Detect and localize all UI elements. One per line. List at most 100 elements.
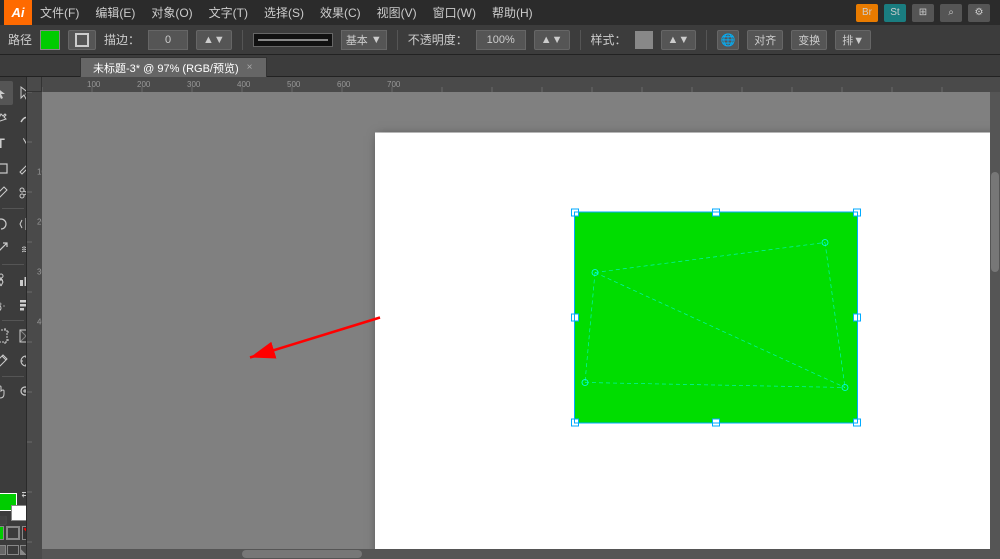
pixel-view-btn[interactable] xyxy=(20,545,27,555)
artboard xyxy=(375,132,1000,559)
align-btn[interactable]: 对齐 xyxy=(747,30,783,50)
path-label: 路径 xyxy=(8,31,32,48)
opacity-input[interactable] xyxy=(476,30,526,50)
fill-stroke-row xyxy=(0,526,27,540)
tool-row-pen xyxy=(0,106,27,130)
bridge-icon[interactable]: Br xyxy=(856,4,878,22)
tab-close-btn[interactable]: × xyxy=(245,61,255,74)
selected-shape-container xyxy=(575,212,857,422)
handle-mid-left[interactable] xyxy=(571,313,579,321)
menu-help[interactable]: 帮助(H) xyxy=(484,0,541,25)
hand-tool-btn[interactable] xyxy=(0,380,13,404)
menu-type[interactable]: 文字(T) xyxy=(201,0,256,25)
tools-icon[interactable]: ⚙ xyxy=(968,4,990,22)
svg-text:600: 600 xyxy=(337,80,351,89)
canvas-top-row: 100 200 300 400 500 600 700 xyxy=(27,77,1000,92)
globe-icon-btn[interactable]: 🌐 xyxy=(717,30,739,50)
menu-object[interactable]: 对象(O) xyxy=(143,0,200,25)
stroke-indicator[interactable] xyxy=(68,30,96,50)
direct-select-tool-btn[interactable] xyxy=(14,81,28,105)
divider4 xyxy=(706,30,707,50)
stroke-box[interactable] xyxy=(6,526,20,540)
outline-view-btn[interactable] xyxy=(7,545,19,555)
paintbrush-tool-btn[interactable] xyxy=(14,156,28,180)
handle-top-left[interactable] xyxy=(571,208,579,216)
style-label: 样式： xyxy=(591,31,627,48)
document-tab[interactable]: 未标题-3* @ 97% (RGB/预览) × xyxy=(80,57,267,77)
menu-file[interactable]: 文件(F) xyxy=(32,0,87,25)
toolbar-sep2 xyxy=(2,264,24,265)
svg-text:100: 100 xyxy=(87,80,101,89)
column-graph-btn[interactable] xyxy=(14,268,28,292)
rotate-tool-btn[interactable] xyxy=(0,212,13,236)
ruler-corner xyxy=(27,77,42,92)
top-ruler: 100 200 300 400 500 600 700 xyxy=(42,77,1000,92)
handle-mid-right[interactable] xyxy=(853,313,861,321)
color-pair-container: ⇄ ⬛ xyxy=(0,493,27,521)
normal-view-btn[interactable] xyxy=(0,545,6,555)
menu-window[interactable]: 窗口(W) xyxy=(425,0,484,25)
vertical-scrollbar[interactable] xyxy=(990,92,1000,549)
menu-select[interactable]: 选择(S) xyxy=(256,0,312,25)
svg-text:200: 200 xyxy=(137,80,151,89)
menu-edit[interactable]: 编辑(E) xyxy=(87,0,143,25)
scissors-tool-btn[interactable] xyxy=(14,181,28,205)
tool-row-rotate xyxy=(0,212,27,236)
canvas-wrapper: 100 200 300 400 500 600 700 xyxy=(27,77,1000,559)
eraser-tool-btn[interactable] xyxy=(0,181,13,205)
menu-effect[interactable]: 效果(C) xyxy=(312,0,369,25)
workspace-icon[interactable]: ⊞ xyxy=(912,4,934,22)
stroke-arrows[interactable]: ▲▼ xyxy=(196,30,232,50)
svg-text:400: 400 xyxy=(237,80,251,89)
main-area: T / xyxy=(0,77,1000,559)
search-btn[interactable]: ⌕ xyxy=(940,4,962,22)
fill-color-box[interactable] xyxy=(40,30,60,50)
pen-tool-btn[interactable] xyxy=(0,106,13,130)
handle-top-right[interactable] xyxy=(853,208,861,216)
transform-btn[interactable]: 变换 xyxy=(791,30,827,50)
fill-box[interactable] xyxy=(0,526,4,540)
scale-tool-btn[interactable] xyxy=(0,237,13,261)
divider1 xyxy=(242,30,243,50)
bar-graph-btn[interactable] xyxy=(14,293,28,317)
menu-view[interactable]: 视图(V) xyxy=(369,0,425,25)
tool-row-dropper xyxy=(0,349,27,373)
svg-text:700: 700 xyxy=(387,80,401,89)
options-bar: 路径 描边： ▲▼ 基本 ▼ 不透明度： ▲▼ 样式： ▲▼ 🌐 对齐 变换 排… xyxy=(0,25,1000,55)
style-arrows[interactable]: ▲▼ xyxy=(661,30,697,50)
handle-bottom-left[interactable] xyxy=(571,418,579,426)
arrange-btn[interactable]: 排▼ xyxy=(835,30,871,50)
tool-row-puppetpin xyxy=(0,268,27,292)
artboard-tool-btn[interactable] xyxy=(0,324,13,348)
symbol-sprayer-btn[interactable] xyxy=(0,293,13,317)
reset-colors-icon[interactable]: ⬛ xyxy=(0,516,7,525)
slice-tool-btn[interactable] xyxy=(14,324,28,348)
canvas-area[interactable] xyxy=(42,92,1000,559)
warp-tool-btn[interactable]: ≋ xyxy=(14,237,28,261)
color-section: ⇄ ⬛ xyxy=(0,493,27,559)
stroke-value-input[interactable] xyxy=(148,30,188,50)
zoom-tool-btn[interactable] xyxy=(14,380,28,404)
background-color[interactable] xyxy=(11,505,27,521)
app-logo: Ai xyxy=(4,0,32,25)
opacity-label: 不透明度： xyxy=(408,31,468,48)
tool-row-type: T / xyxy=(0,131,27,155)
opacity-arrows[interactable]: ▲▼ xyxy=(534,30,570,50)
eyedropper-btn[interactable] xyxy=(0,349,13,373)
stock-icon[interactable]: St xyxy=(884,4,906,22)
handle-top-center[interactable] xyxy=(712,208,720,216)
stroke-label: 描边： xyxy=(104,31,140,48)
selection-tool-btn[interactable] xyxy=(0,81,13,105)
mirror-tool-btn[interactable] xyxy=(14,212,28,236)
fill-type-select[interactable]: 基本 ▼ xyxy=(341,30,387,50)
handle-bottom-center[interactable] xyxy=(712,418,720,426)
toolbar-sep3 xyxy=(2,320,24,321)
handle-bottom-right[interactable] xyxy=(853,418,861,426)
tool-row-eraser xyxy=(0,181,27,205)
green-rectangle[interactable] xyxy=(575,212,857,422)
measure-tool-btn[interactable] xyxy=(14,349,28,373)
puppet-warp-btn[interactable] xyxy=(0,268,13,292)
style-color-box[interactable] xyxy=(635,31,653,49)
horizontal-scrollbar[interactable] xyxy=(42,549,1000,559)
rect-tool-btn[interactable] xyxy=(0,156,13,180)
